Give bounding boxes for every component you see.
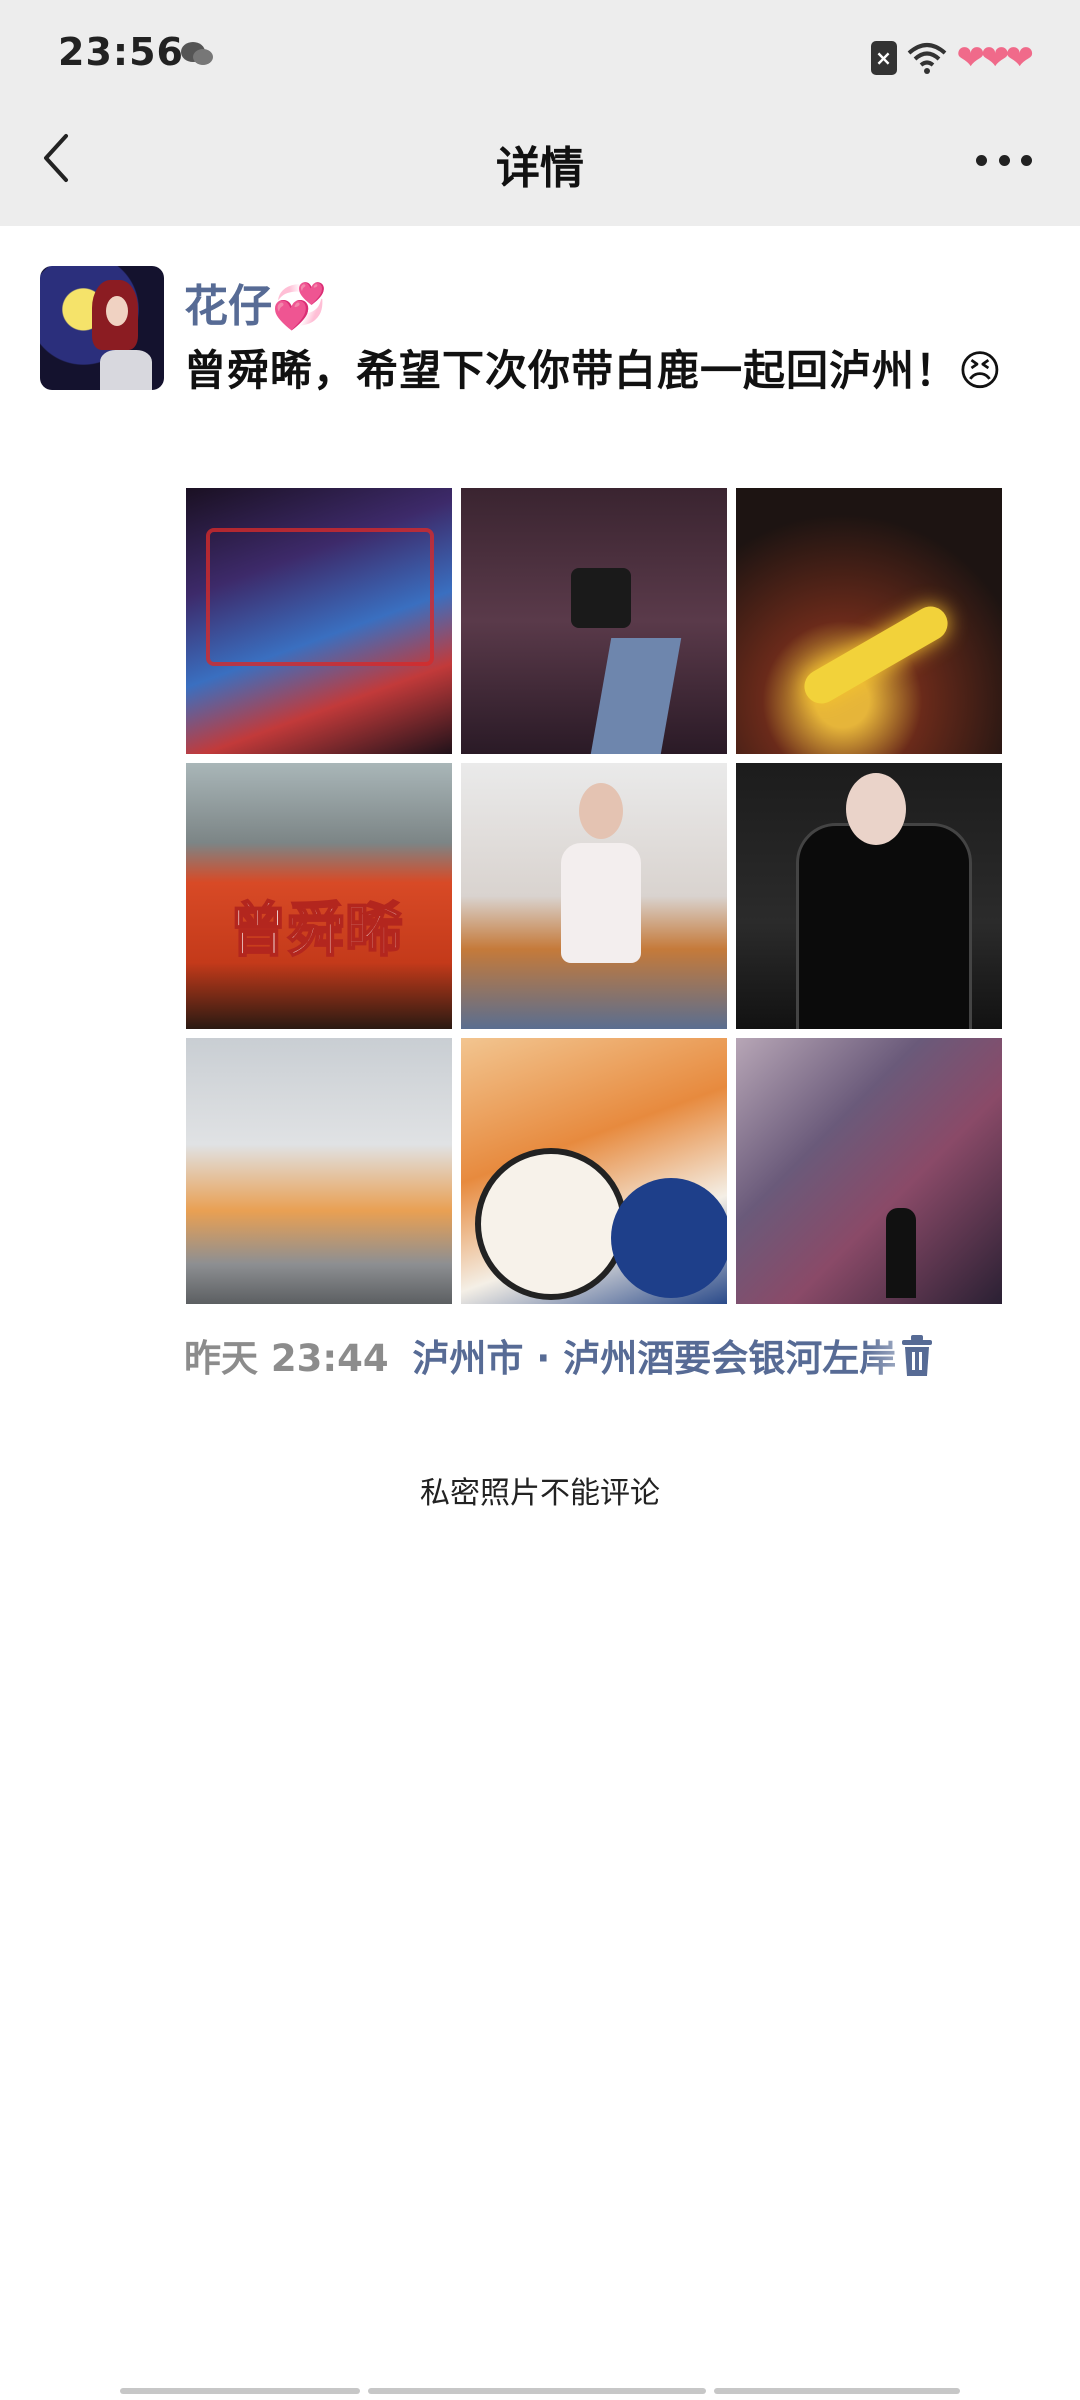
post-location[interactable]: 泸州市 · 泸州酒要会银河左岸: [412, 1337, 896, 1380]
page-title: 详情: [496, 143, 584, 194]
no-sim-icon: ×: [870, 41, 897, 75]
status-time: 23:56: [58, 30, 184, 74]
photo-thumbnail[interactable]: [461, 488, 727, 754]
photo-thumbnail[interactable]: [461, 763, 727, 1029]
post-time: 昨天 23:44: [184, 1337, 389, 1380]
photo-thumbnail[interactable]: [186, 1038, 452, 1304]
delete-icon[interactable]: [898, 1334, 936, 1378]
status-icons: × ❤❤❤: [870, 38, 1034, 78]
more-options-icon[interactable]: [976, 150, 1032, 170]
wechat-icon: [181, 42, 213, 65]
wifi-icon: [907, 43, 946, 74]
bottom-scroll-indicator: [120, 2388, 960, 2394]
photo-grid: 曾舜晞: [186, 488, 1004, 1304]
photo-thumbnail[interactable]: [736, 1038, 1002, 1304]
photo-thumbnail[interactable]: [736, 763, 1002, 1029]
photo-thumbnail[interactable]: [736, 488, 1002, 754]
photo-thumbnail[interactable]: [461, 1038, 727, 1304]
photo-thumbnail[interactable]: [186, 488, 452, 754]
private-photo-note: 私密照片不能评论: [420, 1476, 660, 1511]
banner-text: 曾舜晞: [228, 895, 404, 965]
post-meta: 昨天 23:44 泸州市 · 泸州酒要会银河左岸: [184, 1328, 944, 1388]
battery-hearts-icon: ❤❤❤: [956, 38, 1034, 78]
post-text: 曾舜晞，希望下次你带白鹿一起回泸州！😣: [184, 346, 1003, 395]
avatar[interactable]: [40, 266, 164, 390]
photo-thumbnail[interactable]: 曾舜晞: [186, 763, 452, 1029]
post-username[interactable]: 花仔💞: [184, 270, 327, 334]
